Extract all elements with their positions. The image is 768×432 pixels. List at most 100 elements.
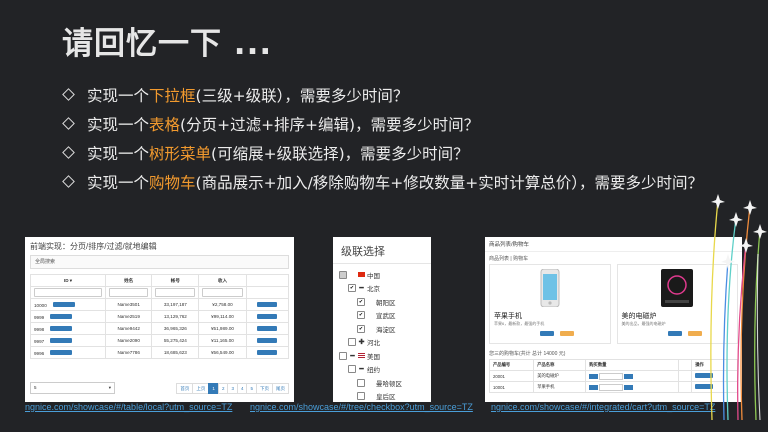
tree-node[interactable]: 海淀区 [339, 322, 431, 336]
diamond-bullet-icon [62, 117, 75, 130]
edit-id-button[interactable] [50, 337, 73, 343]
table-demo-link[interactable]: ngnice.com/showcase/#/table/local?utm_so… [25, 402, 232, 412]
quantity-stepper[interactable] [589, 383, 634, 391]
page-link[interactable]: 下页 [256, 382, 273, 394]
bullet-suffix: (商品展示+加入/移除购物车+修改数量+实时计算总价），需要多少时间？ [195, 173, 704, 192]
tree-checkbox[interactable] [339, 351, 347, 360]
tree-node-label: 纽约 [367, 367, 380, 375]
cell-income: ¥51,989.00 [198, 322, 247, 335]
cell-id: 9999 [29, 310, 107, 323]
column-header-income[interactable]: 收入 [198, 274, 247, 287]
filter-input[interactable] [34, 288, 103, 297]
page-link[interactable]: 首页 [176, 382, 194, 394]
airplanes-decoration [710, 194, 767, 420]
cart-cell-name: 苹果手机 [533, 381, 587, 393]
edit-button[interactable] [257, 325, 278, 331]
cell-account: 33,197,187 [151, 298, 200, 311]
quantity-stepper[interactable] [589, 372, 634, 380]
tree-checkbox[interactable] [357, 378, 365, 387]
cell-id: 9998 [29, 322, 107, 335]
tree-node-label: 北京 [367, 286, 380, 294]
edit-button[interactable] [257, 349, 278, 355]
tree-checkbox[interactable] [348, 284, 356, 293]
cell-name: Name9442 [105, 322, 153, 335]
collapse-icon[interactable]: ━ [358, 284, 365, 292]
tree-node[interactable]: 中国 [339, 268, 431, 282]
cell-name: Name2519 [105, 310, 153, 323]
table-row: 9996 Name7786 18,685,623 ¥56,549.00 [29, 346, 290, 359]
increment-button[interactable] [624, 384, 634, 390]
tree-node-label: 宣武区 [376, 313, 396, 321]
table-row: 10000 Name3501 33,197,187 ¥2,758.00 [29, 298, 290, 311]
quantity-input[interactable] [599, 383, 624, 391]
pagination: 首页 上页 1 2 3 4 5 下页 尾页 [176, 382, 289, 394]
edit-id-button[interactable] [52, 301, 75, 307]
tree-checkbox[interactable] [357, 297, 365, 306]
cart-demo-link[interactable]: ngnice.com/showcase/#/integrated/cart?ut… [491, 402, 715, 412]
tree-node[interactable]: 宣武区 [339, 309, 431, 323]
cell-id: 9997 [29, 334, 107, 347]
tree-node[interactable]: ━ 美国 [339, 349, 431, 363]
tree-checkbox[interactable] [357, 324, 365, 333]
decrement-button[interactable] [589, 373, 599, 379]
tree-node-label: 朝阳区 [376, 299, 396, 307]
tree-checkbox[interactable] [348, 365, 356, 374]
diamond-bullet-icon [62, 146, 75, 159]
cell-name: Name2090 [105, 334, 153, 347]
tree-node[interactable]: 曼哈顿区 [339, 376, 431, 390]
page-size-select[interactable]: 5 [30, 382, 115, 394]
filter-input[interactable] [109, 288, 149, 297]
tree-node-label: 皇后区 [376, 394, 396, 402]
edit-button[interactable] [257, 337, 278, 343]
collapse-icon[interactable]: ━ [358, 365, 365, 373]
tree-checkbox[interactable] [339, 270, 347, 279]
edit-id-button[interactable] [50, 313, 73, 319]
edit-button[interactable] [257, 301, 278, 307]
edit-id-button[interactable] [50, 349, 73, 355]
bullet-prefix: 实现一个 [87, 115, 150, 134]
cell-income: ¥56,549.00 [198, 346, 247, 359]
page-link[interactable]: 上页 [192, 382, 210, 394]
cart-col-name: 产品名称 [533, 359, 587, 371]
global-search-input[interactable]: 全局搜索 [30, 255, 289, 269]
column-header-account[interactable]: 帐号 [151, 274, 200, 287]
tree-node[interactable]: 朝阳区 [339, 295, 431, 309]
add-to-cart-button[interactable] [667, 331, 682, 336]
bullet-prefix: 实现一个 [87, 144, 150, 163]
column-header-id[interactable]: ID ▾ [29, 274, 107, 287]
edit-button[interactable] [257, 313, 278, 319]
tree-checkbox[interactable] [357, 311, 365, 320]
cell-income: ¥2,758.00 [198, 298, 247, 311]
add-to-cart-button[interactable] [540, 331, 554, 336]
remove-from-cart-button[interactable] [560, 331, 574, 336]
edit-id-button[interactable] [50, 325, 73, 331]
filter-input[interactable] [155, 288, 196, 297]
bullet-item: 实现一个 下拉框 (三级+级联），需要多少时间？ [62, 80, 703, 109]
tree-node[interactable]: ━ 纽约 [339, 363, 431, 377]
tree-node[interactable]: ✚ 河北 [339, 336, 431, 350]
table-row: 9997 Name2090 55,275,424 ¥11,165.00 [29, 334, 290, 347]
column-header-actions [245, 274, 290, 287]
column-header-name[interactable]: 姓名 [105, 274, 153, 287]
tree-node[interactable]: 皇后区 [339, 390, 431, 403]
tree-checkbox[interactable] [357, 392, 365, 401]
bullet-list: 实现一个 下拉框 (三级+级联），需要多少时间？ 实现一个 表格 (分页+过滤+排序+编… [62, 80, 703, 196]
tree-checkbox[interactable] [348, 338, 356, 347]
table-row: 9998 Name9442 36,965,326 ¥51,989.00 [29, 322, 290, 335]
page-link[interactable]: 尾页 [272, 382, 289, 394]
table-demo-screenshot: 前端实现：分页/排序/过滤/就地编辑 全局搜索 ID ▾ 姓名 帐号 收入 10… [25, 237, 294, 402]
cell-income: ¥99,114.00 [198, 310, 247, 323]
tree-demo-link[interactable]: ngnice.com/showcase/#/tree/checkbox?utm_… [250, 402, 473, 412]
expand-icon[interactable]: ✚ [358, 338, 365, 346]
bullet-suffix: (分页+过滤+排序+编辑)，需要多少时间？ [180, 115, 480, 134]
collapse-icon[interactable]: ━ [349, 352, 356, 360]
increment-button[interactable] [624, 373, 634, 379]
quantity-input[interactable] [599, 372, 624, 380]
tree-node-label: 河北 [367, 340, 380, 348]
cell-id: 9996 [29, 346, 107, 359]
bullet-suffix: (可缩展+级联选择)，需要多少时间？ [211, 144, 469, 163]
filter-input[interactable] [202, 288, 243, 297]
tree-node[interactable]: ━北京 [339, 282, 431, 296]
decrement-button[interactable] [589, 384, 599, 390]
bullet-highlight: 下拉框 [149, 86, 196, 105]
